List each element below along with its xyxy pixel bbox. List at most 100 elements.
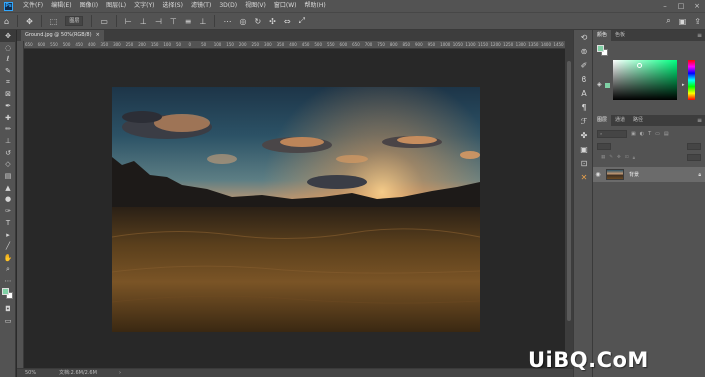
lock-paint-icon[interactable]: ✎ [609,155,613,160]
align-center-icon[interactable]: ⊥ [140,17,147,26]
scrollbar-thumb[interactable] [567,61,571,321]
menu-image[interactable]: 图像(I) [76,0,102,12]
lock-pixels-icon[interactable]: ▦ [601,155,605,160]
menu-edit[interactable]: 编辑(E) [47,0,75,12]
healing-brush-tool-icon[interactable]: ✚ [0,112,16,124]
tab-channels[interactable]: 通道 [611,115,629,126]
tab-close-icon[interactable]: × [96,30,100,41]
marquee-tool-icon[interactable]: ◌ [0,42,16,54]
tools-panel-icon[interactable]: ✕ [574,170,594,184]
auto-select-icon[interactable]: ⬚ [50,17,58,26]
gradient-tool-icon[interactable]: ▤ [0,170,16,182]
menu-3d[interactable]: 3D(D) [215,0,241,12]
lock-icon[interactable]: 🔒︎ [698,172,701,178]
edit-toolbar-icon[interactable]: ⋯ [0,275,16,287]
align-right-icon[interactable]: ⊣ [155,17,162,26]
menu-select[interactable]: 选择(S) [158,0,187,12]
styles-panel-icon[interactable]: ✤ [574,128,594,142]
paragraph-panel-icon[interactable]: ¶ [574,100,594,114]
blend-mode-select[interactable] [597,143,611,150]
3d-mode-icon[interactable]: ◎ [239,17,246,26]
lock-all-icon[interactable]: 🔒︎ [633,155,635,161]
quick-select-tool-icon[interactable]: ✎ [0,65,16,77]
character-panel-icon[interactable]: A [574,86,594,100]
clone-stamp-tool-icon[interactable]: ⊥ [0,135,16,147]
blur-tool-icon[interactable]: ▲ [0,182,16,194]
align-top-icon[interactable]: ⊤ [170,17,177,26]
layer-row[interactable]: ◉ 背景 🔒︎ [593,167,705,182]
document-image[interactable] [112,87,480,332]
pen-tool-icon[interactable]: ✑ [0,205,16,217]
color-picker-handle[interactable] [637,63,642,68]
filter-adjustment-icon[interactable]: ◐ [640,131,644,137]
visibility-eye-icon[interactable]: ◉ [593,171,603,178]
hue-slider-arrow-icon[interactable]: ▸ [682,82,685,88]
align-left-icon[interactable]: ⊢ [125,17,132,26]
panel-menu-icon[interactable]: ≡ [697,32,702,39]
home-icon[interactable]: ⌂ [4,17,9,26]
3d-rotate-icon[interactable]: ↻ [254,17,261,26]
brushes-panel-icon[interactable]: ϐ [574,72,594,86]
menu-file[interactable]: 文件(F) [19,0,47,12]
close-icon[interactable]: × [689,0,705,12]
move-tool-icon[interactable]: ✥ [26,17,33,26]
brush-settings-icon[interactable]: ✐ [574,58,594,72]
filter-smart-object-icon[interactable]: ▤ [664,131,669,137]
path-selection-tool-icon[interactable]: ▸ [0,229,16,241]
align-middle-icon[interactable]: ≡ [185,17,192,26]
eyedropper-tool-icon[interactable]: ✒ [0,100,16,112]
layer-kind-filter[interactable]: ⌕ [597,130,627,138]
horizontal-ruler[interactable]: 650 600 550 500 450 400 350 300 250 200 150 100 50 0 5… [24,41,565,49]
hue-slider[interactable] [688,60,695,100]
more-options-icon[interactable]: ⋯ [223,17,231,26]
tab-swatches[interactable]: 色板 [611,30,629,41]
glyphs-panel-icon[interactable]: ℱ [574,114,594,128]
color-field[interactable] [613,60,677,100]
type-tool-icon[interactable]: T [0,217,16,229]
filter-shape-icon[interactable]: ▭ [655,131,660,137]
foreground-color-swatch[interactable] [2,288,9,296]
gamut-warning-icon[interactable]: ◈ [597,81,602,88]
quick-mask-icon[interactable]: ◘ [0,303,16,315]
3d-slide-icon[interactable]: ⇔ [284,17,291,26]
transform-controls-icon[interactable]: ▭ [100,17,108,26]
crop-tool-icon[interactable]: ⌗ [0,77,16,89]
line-tool-icon[interactable]: ╱ [0,240,16,252]
status-menu-icon[interactable]: › [119,369,121,377]
menu-type[interactable]: 文字(Y) [130,0,158,12]
workspace-icon[interactable]: ▣ [679,17,687,26]
lasso-tool-icon[interactable]: ℓ [0,53,16,65]
history-brush-tool-icon[interactable]: ↺ [0,147,16,159]
menu-layer[interactable]: 图层(L) [102,0,130,12]
auto-select-mode-select[interactable]: 图层 [65,16,84,26]
lock-position-icon[interactable]: ✥ [617,155,621,160]
libraries-panel-icon[interactable]: ▣ [574,142,594,156]
screen-mode-icon[interactable]: ▭ [0,315,16,327]
fill-field[interactable] [687,154,701,161]
hand-tool-icon[interactable]: ✋ [0,252,16,264]
zoom-tool-icon[interactable]: ⌕ [0,264,16,276]
panel-menu-icon[interactable]: ≡ [697,117,702,124]
menu-help[interactable]: 帮助(H) [301,0,330,12]
properties-panel-icon[interactable]: ⊡ [574,156,594,170]
minimize-icon[interactable]: – [657,0,673,12]
document-tab[interactable]: Ground.jpg @ 50%(RGB/8) × [21,30,104,41]
filter-type-icon[interactable]: T [648,131,651,137]
foreground-color-swatch[interactable] [597,45,604,52]
move-tool-icon[interactable]: ✥ [0,30,16,42]
maximize-icon[interactable]: □ [673,0,689,12]
layer-name[interactable]: 背景 [629,171,639,178]
info-panel-icon[interactable]: ⊚ [574,44,594,58]
3d-pan-icon[interactable]: ✣ [269,17,276,26]
tab-layers[interactable]: 图层 [593,115,612,126]
vertical-scrollbar[interactable] [565,41,573,368]
lock-artboard-icon[interactable]: ⊡ [625,155,629,160]
zoom-level[interactable]: 50% [25,369,36,377]
opacity-field[interactable] [687,143,701,150]
filter-pixel-icon[interactable]: ▣ [631,131,636,137]
share-icon[interactable]: ⇪ [694,17,701,26]
3d-scale-icon[interactable]: ⤢ [299,16,305,26]
color-swatches[interactable] [0,287,16,303]
menu-window[interactable]: 窗口(W) [270,0,301,12]
vertical-ruler[interactable] [17,41,24,368]
